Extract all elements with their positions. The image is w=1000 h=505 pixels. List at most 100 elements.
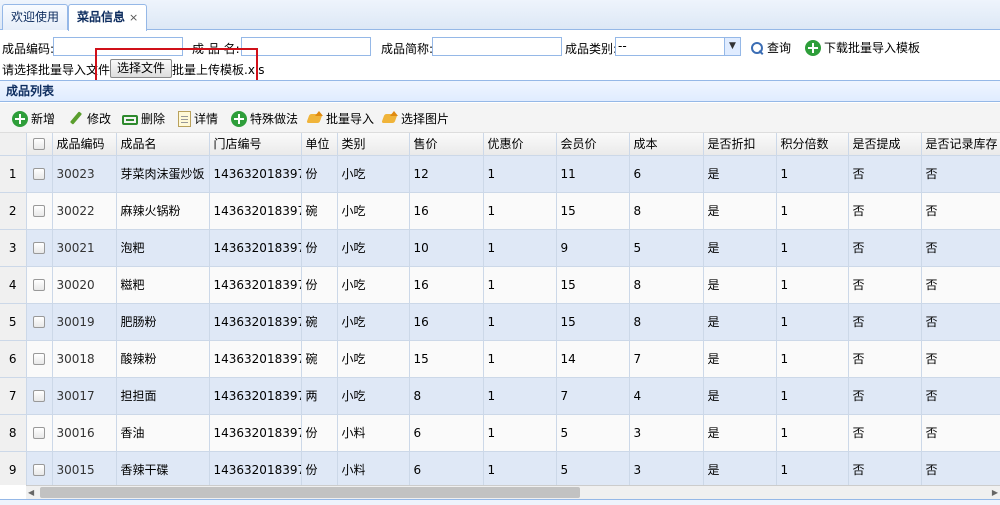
table-cell: 否 xyxy=(848,229,922,267)
delete-button[interactable]: 删除 xyxy=(122,110,165,127)
row-checkbox[interactable] xyxy=(33,353,45,365)
table-cell: 30021 xyxy=(52,229,117,267)
row-checkbox[interactable] xyxy=(33,242,45,254)
row-select-cell[interactable] xyxy=(26,192,53,230)
row-select-cell[interactable] xyxy=(26,155,53,193)
table-cell: 6 xyxy=(409,414,484,452)
column-header[interactable]: 优惠价 xyxy=(483,133,557,156)
select-all-checkbox[interactable] xyxy=(33,138,45,151)
table-cell: 7 xyxy=(629,340,704,378)
column-header[interactable]: 成品编码 xyxy=(52,133,117,156)
table-cell: 份 xyxy=(301,414,338,452)
column-header[interactable]: 单位 xyxy=(301,133,338,156)
tab-welcome[interactable]: 欢迎使用 xyxy=(2,4,69,30)
scroll-right-icon[interactable]: ▶ xyxy=(992,488,998,497)
column-header[interactable]: 是否记录库存 xyxy=(921,133,1000,156)
table-cell: 小料 xyxy=(337,451,410,485)
table-row[interactable]: 830016香油1436320183974份小料6153是1否否 xyxy=(0,414,1000,452)
download-template-button[interactable]: 下载批量导入模板 xyxy=(805,39,920,56)
row-select-cell[interactable] xyxy=(26,303,53,341)
table-cell: 否 xyxy=(921,377,1000,415)
row-checkbox[interactable] xyxy=(33,390,45,402)
tab-dish-info[interactable]: 菜品信息 × xyxy=(68,4,148,31)
product-category-select[interactable]: -- ▼ xyxy=(615,37,741,56)
table-cell: 1 xyxy=(483,414,557,452)
add-button[interactable]: 新增 xyxy=(12,110,55,127)
special-method-button[interactable]: 特殊做法 xyxy=(231,110,298,127)
search-button[interactable]: 查询 xyxy=(750,39,791,56)
scrollbar-thumb[interactable] xyxy=(40,487,580,498)
row-number: 7 xyxy=(0,377,27,415)
column-header[interactable]: 是否提成 xyxy=(848,133,922,156)
column-header[interactable]: 会员价 xyxy=(556,133,630,156)
table-row[interactable]: 530019肥肠粉1436320183974碗小吃161158是1否否 xyxy=(0,303,1000,341)
row-checkbox[interactable] xyxy=(33,279,45,291)
table-row[interactable]: 330021泡粑1436320183974份小吃10195是1否否 xyxy=(0,229,1000,267)
column-header[interactable]: 售价 xyxy=(409,133,484,156)
table-cell: 是 xyxy=(703,229,777,267)
row-select-cell[interactable] xyxy=(26,266,53,304)
detail-button-label: 详情 xyxy=(194,112,219,126)
table-row[interactable]: 630018酸辣粉1436320183974碗小吃151147是1否否 xyxy=(0,340,1000,378)
row-select-cell[interactable] xyxy=(26,229,53,267)
table-cell: 小吃 xyxy=(337,229,410,267)
table-cell: 份 xyxy=(301,229,338,267)
row-select-cell[interactable] xyxy=(26,340,53,378)
column-header[interactable]: 积分倍数 xyxy=(776,133,849,156)
row-select-cell[interactable] xyxy=(26,377,53,415)
table-cell: 30016 xyxy=(52,414,117,452)
row-checkbox[interactable] xyxy=(33,316,45,328)
product-abbr-input[interactable] xyxy=(432,37,562,56)
choose-image-button[interactable]: 选择图片 xyxy=(382,110,449,127)
table-cell: 1436320183974 xyxy=(209,155,302,193)
table-cell: 14 xyxy=(556,340,630,378)
tab-bar: 欢迎使用 菜品信息 × xyxy=(0,0,1000,31)
import-icon xyxy=(307,110,323,127)
chevron-down-icon[interactable]: ▼ xyxy=(724,38,740,55)
batch-import-button[interactable]: 批量导入 xyxy=(307,110,374,127)
row-checkbox[interactable] xyxy=(33,464,45,476)
column-header[interactable]: 是否折扣 xyxy=(703,133,777,156)
tab-dish-info-label: 菜品信息 xyxy=(77,10,126,24)
close-icon[interactable]: × xyxy=(129,6,138,30)
table-cell: 15 xyxy=(409,340,484,378)
product-name-input[interactable] xyxy=(241,37,371,56)
table-cell: 7 xyxy=(556,377,630,415)
row-number: 9 xyxy=(0,451,27,485)
grid-toolbar: 新增 修改 删除 详情 特殊做法 批量导入 选择图片 xyxy=(0,103,1000,133)
scroll-left-icon[interactable]: ◀ xyxy=(28,488,34,497)
special-method-label: 特殊做法 xyxy=(250,112,299,126)
column-header[interactable]: 类别 xyxy=(337,133,410,156)
edit-button[interactable]: 修改 xyxy=(68,110,111,127)
table-cell: 30015 xyxy=(52,451,117,485)
document-icon xyxy=(178,110,191,127)
product-category-label: 成品类别: xyxy=(565,42,618,56)
row-select-cell[interactable] xyxy=(26,451,53,485)
column-header[interactable]: 成品名 xyxy=(116,133,210,156)
row-checkbox[interactable] xyxy=(33,168,45,180)
product-grid: 成品编码 成品名 门店编号 单位 类别 售价 优惠价 会员价 成本 是否折扣 积… xyxy=(0,133,1000,485)
column-header[interactable]: 门店编号 xyxy=(209,133,302,156)
table-cell: 否 xyxy=(921,266,1000,304)
row-checkbox[interactable] xyxy=(33,205,45,217)
table-cell: 香油 xyxy=(116,414,210,452)
table-row[interactable]: 930015香辣干碟1436320183974份小料6153是1否否 xyxy=(0,451,1000,485)
table-cell: 否 xyxy=(848,155,922,193)
table-cell: 8 xyxy=(409,377,484,415)
table-cell: 16 xyxy=(409,266,484,304)
select-all-header[interactable] xyxy=(26,133,53,156)
row-select-cell[interactable] xyxy=(26,414,53,452)
row-number: 2 xyxy=(0,192,27,230)
table-row[interactable]: 730017担担面1436320183974两小吃8174是1否否 xyxy=(0,377,1000,415)
column-header[interactable]: 成本 xyxy=(629,133,704,156)
add-circle-icon xyxy=(805,39,821,56)
row-number: 6 xyxy=(0,340,27,378)
table-row[interactable]: 230022麻辣火锅粉1436320183974碗小吃161158是1否否 xyxy=(0,192,1000,230)
row-checkbox[interactable] xyxy=(33,427,45,439)
table-row[interactable]: 430020糍粑1436320183974份小吃161158是1否否 xyxy=(0,266,1000,304)
table-row[interactable]: 130023芽菜肉沫蛋炒饭1436320183974份小吃121116是1否否 xyxy=(0,155,1000,193)
add-icon xyxy=(12,110,28,127)
horizontal-scrollbar[interactable]: ◀ ▶ xyxy=(26,485,1000,499)
table-cell: 16 xyxy=(409,303,484,341)
detail-button[interactable]: 详情 xyxy=(178,110,218,127)
